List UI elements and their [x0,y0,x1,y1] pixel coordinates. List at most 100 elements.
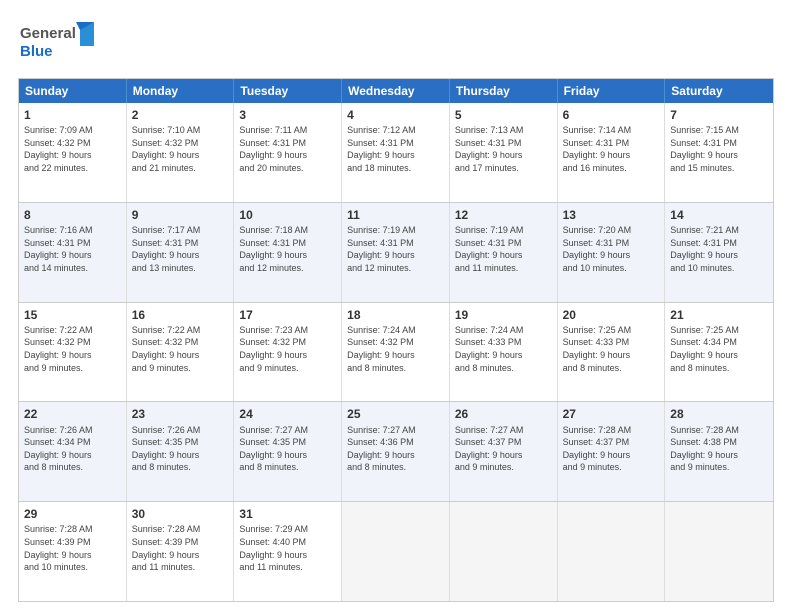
day-number: 16 [132,307,229,323]
day-number: 27 [563,406,660,422]
day-info: Sunrise: 7:15 AM Sunset: 4:31 PM Dayligh… [670,124,768,174]
calendar-day: 26 Sunrise: 7:27 AM Sunset: 4:37 PM Dayli… [450,402,558,501]
calendar-day: 25Sunrise: 7:27 AM Sunset: 4:36 PM Dayli… [342,402,450,501]
day-info: Sunrise: 7:09 AM Sunset: 4:32 PM Dayligh… [24,124,121,174]
day-info: Sunrise: 7:20 AM Sunset: 4:31 PM Dayligh… [563,224,660,274]
day-number: 26 [455,406,552,422]
day-info: Sunrise: 7:13 AM Sunset: 4:31 PM Dayligh… [455,124,552,174]
calendar-body: 1Sunrise: 7:09 AM Sunset: 4:32 PM Daylig… [19,103,773,601]
day-info: Sunrise: 7:25 AM Sunset: 4:34 PM Dayligh… [670,324,768,374]
weekday-header: Friday [558,79,666,103]
day-info: Sunrise: 7:29 AM Sunset: 4:40 PM Dayligh… [239,523,336,573]
weekday-header: Thursday [450,79,558,103]
calendar-day: 11Sunrise: 7:19 AM Sunset: 4:31 PM Dayli… [342,203,450,302]
day-number: 25 [347,406,444,422]
calendar-day: 6Sunrise: 7:14 AM Sunset: 4:31 PM Daylig… [558,103,666,202]
calendar-day: 24 Sunrise: 7:27 AM Sunset: 4:35 PM Dayli… [234,402,342,501]
calendar-week: 29Sunrise: 7:28 AM Sunset: 4:39 PM Dayli… [19,501,773,601]
calendar-day: 22 Sunrise: 7:26 AM Sunset: 4:34 PM Dayli… [19,402,127,501]
day-number: 3 [239,107,336,123]
day-number: 12 [455,207,552,223]
calendar-day: 29Sunrise: 7:28 AM Sunset: 4:39 PM Dayli… [19,502,127,601]
day-info: Sunrise: 7:22 AM Sunset: 4:32 PM Dayligh… [132,324,229,374]
calendar-day: 4Sunrise: 7:12 AM Sunset: 4:31 PM Daylig… [342,103,450,202]
day-info: Sunrise: 7:24 AM Sunset: 4:33 PM Dayligh… [455,324,552,374]
calendar-day: 14Sunrise: 7:21 AM Sunset: 4:31 PM Dayli… [665,203,773,302]
day-info: Sunrise: 7:26 AM Sunset: 4:35 PM Dayligh… [132,424,229,474]
day-info: Sunrise: 7:11 AM Sunset: 4:31 PM Dayligh… [239,124,336,174]
day-info: Sunrise: 7:22 AM Sunset: 4:32 PM Dayligh… [24,324,121,374]
svg-text:Blue: Blue [20,43,53,60]
calendar-day: 30Sunrise: 7:28 AM Sunset: 4:39 PM Dayli… [127,502,235,601]
weekday-header: Wednesday [342,79,450,103]
day-number: 31 [239,506,336,522]
day-info: Sunrise: 7:24 AM Sunset: 4:32 PM Dayligh… [347,324,444,374]
calendar: SundayMondayTuesdayWednesdayThursdayFrid… [18,78,774,602]
day-info: Sunrise: 7:27 AM Sunset: 4:35 PM Dayligh… [239,424,336,474]
day-number: 10 [239,207,336,223]
day-info: Sunrise: 7:28 AM Sunset: 4:39 PM Dayligh… [24,523,121,573]
calendar-header: SundayMondayTuesdayWednesdayThursdayFrid… [19,79,773,103]
day-number: 30 [132,506,229,522]
day-number: 15 [24,307,121,323]
weekday-header: Tuesday [234,79,342,103]
day-number: 22 [24,406,121,422]
day-number: 1 [24,107,121,123]
day-number: 14 [670,207,768,223]
day-info: Sunrise: 7:12 AM Sunset: 4:31 PM Dayligh… [347,124,444,174]
calendar-day: 27 Sunrise: 7:28 AM Sunset: 4:37 PM Dayli… [558,402,666,501]
day-number: 23 [132,406,229,422]
page: General Blue SundayMondayTuesdayWednesda… [0,0,792,612]
day-info: Sunrise: 7:19 AM Sunset: 4:31 PM Dayligh… [347,224,444,274]
calendar-day: 8Sunrise: 7:16 AM Sunset: 4:31 PM Daylig… [19,203,127,302]
day-number: 20 [563,307,660,323]
calendar-week: 1Sunrise: 7:09 AM Sunset: 4:32 PM Daylig… [19,103,773,202]
day-info: Sunrise: 7:25 AM Sunset: 4:33 PM Dayligh… [563,324,660,374]
logo: General Blue [18,18,108,68]
day-info: Sunrise: 7:17 AM Sunset: 4:31 PM Dayligh… [132,224,229,274]
empty-cell [558,502,666,601]
calendar-day: 7Sunrise: 7:15 AM Sunset: 4:31 PM Daylig… [665,103,773,202]
day-info: Sunrise: 7:19 AM Sunset: 4:31 PM Dayligh… [455,224,552,274]
day-number: 21 [670,307,768,323]
calendar-day: 12Sunrise: 7:19 AM Sunset: 4:31 PM Dayli… [450,203,558,302]
day-info: Sunrise: 7:21 AM Sunset: 4:31 PM Dayligh… [670,224,768,274]
calendar-day: 20Sunrise: 7:25 AM Sunset: 4:33 PM Dayli… [558,303,666,402]
calendar-week: 15Sunrise: 7:22 AM Sunset: 4:32 PM Dayli… [19,302,773,402]
calendar-day: 31Sunrise: 7:29 AM Sunset: 4:40 PM Dayli… [234,502,342,601]
empty-cell [342,502,450,601]
day-number: 28 [670,406,768,422]
day-number: 9 [132,207,229,223]
day-number: 24 [239,406,336,422]
day-number: 6 [563,107,660,123]
day-info: Sunrise: 7:26 AM Sunset: 4:34 PM Dayligh… [24,424,121,474]
day-number: 2 [132,107,229,123]
day-number: 29 [24,506,121,522]
header: General Blue [18,18,774,68]
empty-cell [450,502,558,601]
day-info: Sunrise: 7:28 AM Sunset: 4:38 PM Dayligh… [670,424,768,474]
day-info: Sunrise: 7:16 AM Sunset: 4:31 PM Dayligh… [24,224,121,274]
day-info: Sunrise: 7:28 AM Sunset: 4:39 PM Dayligh… [132,523,229,573]
calendar-week: 22 Sunrise: 7:26 AM Sunset: 4:34 PM Dayli… [19,401,773,501]
calendar-day: 5Sunrise: 7:13 AM Sunset: 4:31 PM Daylig… [450,103,558,202]
day-number: 13 [563,207,660,223]
svg-text:General: General [20,25,76,42]
calendar-day: 2Sunrise: 7:10 AM Sunset: 4:32 PM Daylig… [127,103,235,202]
day-info: Sunrise: 7:28 AM Sunset: 4:37 PM Dayligh… [563,424,660,474]
day-number: 11 [347,207,444,223]
day-number: 4 [347,107,444,123]
day-number: 7 [670,107,768,123]
calendar-day: 28 Sunrise: 7:28 AM Sunset: 4:38 PM Dayli… [665,402,773,501]
calendar-day: 17Sunrise: 7:23 AM Sunset: 4:32 PM Dayli… [234,303,342,402]
weekday-header: Sunday [19,79,127,103]
weekday-header: Monday [127,79,235,103]
day-number: 19 [455,307,552,323]
day-info: Sunrise: 7:27 AM Sunset: 4:37 PM Dayligh… [455,424,552,474]
calendar-day: 1Sunrise: 7:09 AM Sunset: 4:32 PM Daylig… [19,103,127,202]
calendar-day: 10Sunrise: 7:18 AM Sunset: 4:31 PM Dayli… [234,203,342,302]
weekday-header: Saturday [665,79,773,103]
calendar-day: 9Sunrise: 7:17 AM Sunset: 4:31 PM Daylig… [127,203,235,302]
calendar-day: 18Sunrise: 7:24 AM Sunset: 4:32 PM Dayli… [342,303,450,402]
logo-icon: General Blue [18,18,108,68]
